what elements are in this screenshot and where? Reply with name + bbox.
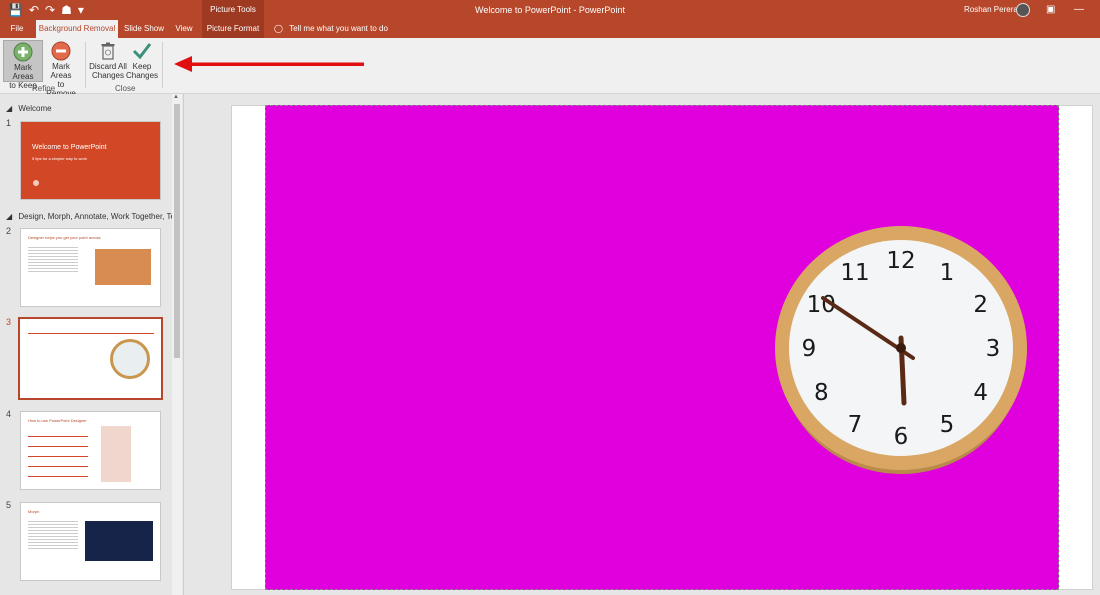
- thumb-text-lines: [28, 430, 88, 480]
- thumbnail-scrollbar[interactable]: ▲: [172, 94, 182, 595]
- thumb-text-lines: [28, 519, 78, 549]
- lightbulb-icon: ◯: [274, 24, 283, 33]
- scroll-up-icon[interactable]: ▲: [173, 94, 179, 100]
- tab-file[interactable]: File: [4, 20, 30, 38]
- slide-thumbnail-5[interactable]: Morph: [20, 502, 161, 581]
- clock-picture-background-removal[interactable]: 12 1 2 3 4 5 6 7 8 9 10 11: [265, 105, 1059, 590]
- clock-group: 12 1234567891011: [775, 226, 1027, 474]
- ribbon-display-options-icon[interactable]: ▣: [1046, 2, 1055, 18]
- keep-line2: Changes: [126, 71, 159, 80]
- clock-numeral: 1: [940, 260, 955, 286]
- slide-number: 5: [6, 500, 12, 510]
- picture-tools-label: Picture Tools: [202, 0, 264, 20]
- ribbon-panel: Mark Areas to Keep Mark Areas to Remove …: [0, 38, 1100, 98]
- slide-number: 4: [6, 409, 12, 419]
- tab-picture-format[interactable]: Picture Format: [204, 20, 262, 38]
- thumb-title: Morph: [28, 509, 40, 514]
- tell-me-search[interactable]: ◯ Tell me what you want to do: [274, 20, 388, 38]
- undo-icon[interactable]: ↶: [29, 2, 39, 18]
- discard-all-changes-button[interactable]: Discard All Changes: [88, 40, 128, 82]
- clock-numeral: 8: [814, 380, 829, 406]
- thumb-title: Welcome to PowerPoint: [32, 144, 107, 151]
- minimize-icon[interactable]: —: [1074, 2, 1084, 18]
- tab-slide-show[interactable]: Slide Show: [122, 20, 166, 38]
- thumb-subtitle: 5 tips for a simpler way to work: [32, 156, 87, 161]
- section-name: Design, Morph, Annotate, Work Together, …: [18, 212, 182, 221]
- thumb-rule: [28, 333, 154, 334]
- clock-image: 12 1234567891011: [775, 226, 1027, 474]
- discard-line2: Changes: [91, 71, 125, 80]
- group-label-close: Close: [115, 84, 136, 93]
- minus-circle-icon: [51, 41, 71, 61]
- tell-me-text: Tell me what you want to do: [289, 24, 388, 33]
- thumb-clock: [110, 339, 150, 379]
- clock-numeral: 11: [840, 260, 869, 286]
- tab-background-removal[interactable]: Background Removal: [36, 20, 118, 38]
- clock-numeral: 9: [802, 336, 817, 362]
- slide-thumbnail-pane: ◢ Welcome 1 Welcome to PowerPoint 5 tips…: [0, 94, 184, 595]
- clock-numeral: 2: [973, 292, 988, 318]
- slide-number: 1: [6, 118, 12, 128]
- customize-qat-icon[interactable]: ▾: [78, 2, 84, 18]
- slide-number: 2: [6, 226, 12, 236]
- checkmark-icon: [132, 43, 152, 60]
- clock-numeral: 7: [848, 412, 863, 438]
- mark-areas-to-keep-button[interactable]: Mark Areas to Keep: [3, 40, 43, 90]
- quick-access-toolbar: 💾 ↶ ↷ ☗ ▾: [8, 2, 84, 18]
- title-bar: 💾 ↶ ↷ ☗ ▾ Picture Tools Welcome to Power…: [0, 0, 1100, 20]
- redo-icon[interactable]: ↷: [45, 2, 55, 18]
- group-separator: [162, 42, 163, 88]
- group-separator: [85, 42, 86, 88]
- discard-line1: Discard All: [89, 62, 127, 71]
- plus-circle-icon: [13, 42, 33, 62]
- red-arrow-annotation: [174, 56, 364, 72]
- section-header-design[interactable]: ◢ Design, Morph, Annotate, Work Together…: [6, 212, 182, 221]
- thumb-text-lines: [28, 245, 78, 273]
- group-label-refine: Refine: [32, 84, 56, 93]
- section-header-welcome[interactable]: ◢ Welcome: [6, 104, 52, 113]
- collapse-arrow-icon[interactable]: ◢: [6, 212, 12, 221]
- thumb-image: [101, 426, 131, 482]
- clock-numeral: 12: [886, 248, 915, 274]
- keep-line1: Keep: [132, 62, 152, 71]
- slide-thumbnail-1[interactable]: Welcome to PowerPoint 5 tips for a simpl…: [20, 121, 161, 200]
- clock-numeral: 5: [940, 412, 955, 438]
- start-from-beginning-icon[interactable]: ☗: [61, 2, 72, 18]
- mark-keep-line1: Mark Areas: [12, 63, 34, 81]
- slide-number: 3: [6, 317, 12, 327]
- clock-numeral: 6: [894, 424, 909, 450]
- thumb-title: Designer helps you get your point across: [28, 235, 101, 240]
- trash-icon: [101, 42, 115, 60]
- keep-changes-button[interactable]: Keep Changes: [126, 40, 158, 82]
- thumb-logo: [33, 180, 39, 186]
- scrollbar-thumb[interactable]: [174, 104, 180, 358]
- slide-thumbnail-3-selected[interactable]: [18, 317, 163, 400]
- save-icon[interactable]: 💾: [8, 2, 23, 18]
- user-name[interactable]: Roshan Perera: [964, 0, 1018, 20]
- thumb-title: How to use PowerPoint Designer: [28, 418, 87, 423]
- document-title: Welcome to PowerPoint - PowerPoint: [475, 5, 625, 15]
- section-name: Welcome: [18, 104, 52, 113]
- thumb-image: [95, 249, 151, 285]
- clock-numeral: 4: [973, 380, 988, 406]
- tab-view[interactable]: View: [170, 20, 198, 38]
- clock-center-pin: [896, 343, 906, 353]
- thumb-image: [85, 521, 153, 561]
- mark-areas-to-remove-button[interactable]: Mark Areas to Remove: [42, 40, 80, 98]
- user-avatar[interactable]: [1016, 3, 1030, 17]
- clock-numeral: 3: [986, 336, 1001, 362]
- slide-thumbnail-4[interactable]: How to use PowerPoint Designer: [20, 411, 161, 490]
- mark-remove-line1: Mark Areas: [50, 62, 72, 80]
- collapse-arrow-icon[interactable]: ◢: [6, 104, 12, 113]
- ribbon-tabs: File Background Removal Slide Show View …: [0, 20, 1100, 38]
- slide-thumbnail-2[interactable]: Designer helps you get your point across: [20, 228, 161, 307]
